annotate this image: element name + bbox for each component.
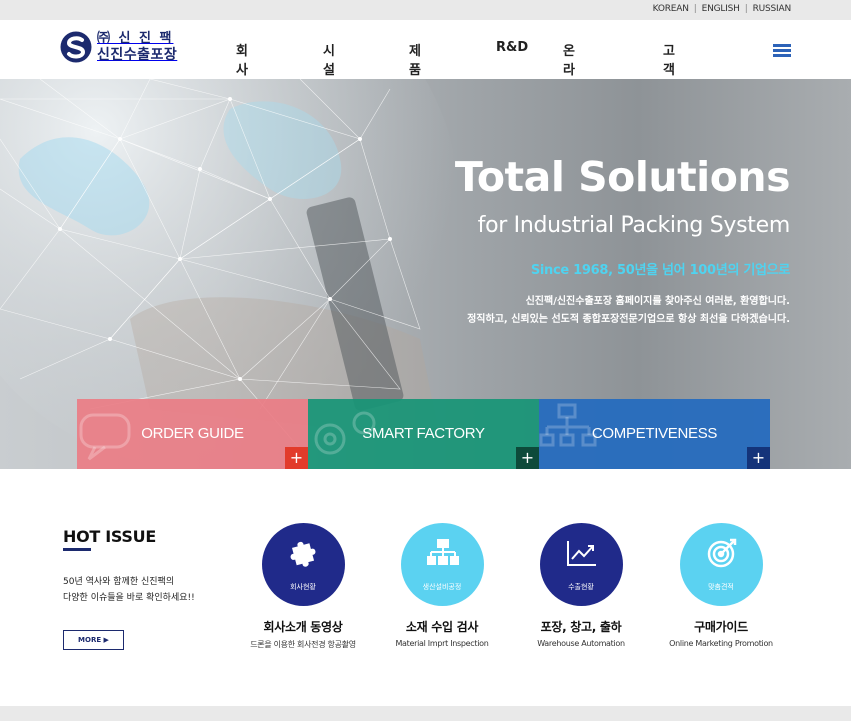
competiveness-tile[interactable]: COMPETIVENESS +: [539, 399, 770, 469]
site-logo[interactable]: ㈜ 신 진 팩 신진수출포장: [60, 31, 177, 63]
card-title: 구매가이드: [694, 620, 748, 634]
card-circle-label: 회사현황: [290, 583, 316, 591]
logo-company-subname: 신진수출포장: [97, 47, 178, 63]
card-circle[interactable]: 생산설비공정: [400, 523, 484, 606]
card-title: 포장, 창고, 출하: [540, 620, 622, 634]
hamburger-menu-icon[interactable]: [773, 44, 791, 57]
logo-text: ㈜ 신 진 팩 신진수출포장: [97, 31, 177, 63]
card-circle-label: 생산설비공정: [422, 583, 462, 591]
section-description: 50년 역사와 함께한 신진팩의 다양한 이슈들을 바로 확인하세요!!: [63, 574, 195, 606]
card-circle-label: 수출현황: [568, 583, 594, 591]
issue-card-warehouse[interactable]: 수출현황 포장, 창고, 출하 Warehouse Automation: [511, 523, 651, 648]
lang-russian-link[interactable]: RUSSIAN: [753, 4, 792, 14]
card-circle-label: 맞춤견적: [708, 583, 734, 591]
issue-card-company-video[interactable]: 회사현황 회사소개 동영상 드론을 이용한 회사전경 항공촬영: [233, 523, 373, 650]
order-guide-tile[interactable]: ORDER GUIDE +: [77, 399, 308, 469]
section-desc-line: 다양한 이슈들을 바로 확인하세요!!: [63, 593, 195, 603]
card-subtitle: Online Marketing Promotion: [669, 639, 773, 648]
smart-factory-tile[interactable]: SMART FACTORY +: [308, 399, 539, 469]
hero-slogan: Since 1968, 50년을 넘어 100년의 기업으로: [530, 263, 790, 278]
sitemap-icon: [426, 539, 459, 565]
nav-item-rnd[interactable]: R&D: [496, 40, 528, 55]
hero-banner: Total Solutions for Industrial Packing S…: [0, 79, 851, 469]
divider: |: [744, 4, 748, 14]
card-title: 회사소개 동영상: [263, 620, 343, 634]
lang-english-link[interactable]: ENGLISH: [702, 4, 740, 14]
section-desc-line: 50년 역사와 함께한 신진팩의: [63, 577, 175, 587]
divider: |: [693, 4, 697, 14]
language-links: KOREAN | ENGLISH | RUSSIAN: [653, 4, 792, 14]
issue-card-material-inspection[interactable]: 생산설비공정 소재 수입 검사 Material Imprt Inspectio…: [372, 523, 512, 648]
tile-label: ORDER GUIDE: [141, 425, 244, 442]
card-subtitle: Material Imprt Inspection: [395, 639, 489, 648]
site-header: ㈜ 신 진 팩 신진수출포장 회사소개 시설현황 제품소개 R&D 온라인견적 …: [0, 20, 851, 135]
logo-company-name: ㈜ 신 진 팩: [97, 31, 174, 46]
hero-title: Total Solutions: [454, 153, 791, 201]
card-circle[interactable]: 회사현황: [261, 523, 345, 606]
logo-s-icon: [60, 31, 92, 63]
card-circle[interactable]: 수출현황: [539, 523, 623, 606]
more-button[interactable]: MORE ▶: [63, 630, 124, 650]
hero-desc-line: 정직하고, 신뢰있는 선도적 종합포장전문기업으로 항상 최선을 다하겠습니다.: [467, 314, 790, 325]
plus-icon[interactable]: +: [516, 447, 539, 469]
language-bar: KOREAN | ENGLISH | RUSSIAN: [0, 0, 851, 20]
issue-card-purchase-guide[interactable]: 맞춤견적 구매가이드 Online Marketing Promotion: [651, 523, 791, 648]
lang-korean-link[interactable]: KOREAN: [653, 4, 689, 14]
title-underline: [63, 548, 91, 551]
plus-icon[interactable]: +: [747, 447, 770, 469]
hero-description: 신진팩/신진수출포장 홈페이지를 찾아주신 여러분, 환영합니다. 정직하고, …: [467, 293, 790, 329]
section-title: HOT ISSUE: [63, 527, 156, 546]
hero-desc-line: 신진팩/신진수출포장 홈페이지를 찾아주신 여러분, 환영합니다.: [525, 296, 790, 307]
target-icon: [707, 538, 736, 568]
hero-subtitle: for Industrial Packing System: [477, 213, 791, 238]
plus-icon[interactable]: +: [285, 447, 308, 469]
puzzle-icon: [290, 541, 315, 567]
card-circle[interactable]: 맞춤견적: [679, 523, 763, 606]
tile-label: COMPETIVENESS: [591, 425, 718, 442]
chart-icon: [566, 541, 596, 566]
card-title: 소재 수입 검사: [405, 620, 479, 634]
card-subtitle: Warehouse Automation: [537, 639, 625, 648]
footer-strip: [0, 706, 851, 721]
card-subtitle: 드론을 이용한 회사전경 항공촬영: [250, 640, 356, 649]
tile-label: SMART FACTORY: [362, 425, 485, 442]
